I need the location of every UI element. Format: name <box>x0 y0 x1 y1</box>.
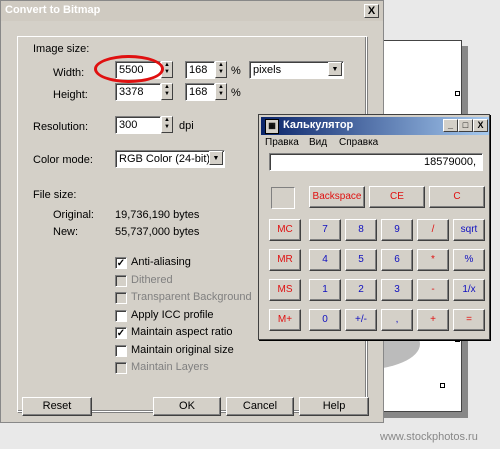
calculator-title: Калькулятор <box>283 119 354 131</box>
help-button[interactable]: Help <box>299 397 369 416</box>
dialog-title: Convert to Bitmap <box>5 4 101 16</box>
image-size-label: Image size: <box>33 43 90 55</box>
key-1-4[interactable]: % <box>453 249 485 271</box>
new-size-label: New: <box>53 226 79 238</box>
option-label: Anti-aliasing <box>131 256 191 268</box>
key-1-2[interactable]: 6 <box>381 249 413 271</box>
menu-item-help[interactable]: Справка <box>339 137 378 148</box>
key-1-3[interactable]: * <box>417 249 449 271</box>
key-0-1[interactable]: 8 <box>345 219 377 241</box>
key-3-0[interactable]: 0 <box>309 309 341 331</box>
calculator-titlebar[interactable]: ▦ Калькулятор _ □ X <box>261 117 489 135</box>
option-checkbox[interactable]: ✓ <box>115 257 127 269</box>
maximize-button[interactable]: □ <box>458 119 473 132</box>
watermark: www.stockphotos.ru <box>380 431 478 443</box>
close-button[interactable]: X <box>364 4 379 18</box>
option-label: Transparent Background <box>131 291 252 303</box>
option-label: Maintain original size <box>131 343 234 356</box>
original-size-label: Original: <box>53 209 94 221</box>
selection-handle[interactable] <box>440 383 445 388</box>
height-input[interactable]: 3378 <box>115 83 161 101</box>
file-size-label: File size: <box>33 189 77 201</box>
calculator-window: ▦ Калькулятор _ □ X Правка Вид Справка 1… <box>258 114 490 340</box>
reset-button[interactable]: Reset <box>22 397 92 416</box>
option-label: Dithered <box>131 273 173 286</box>
menu-item-view[interactable]: Вид <box>309 137 327 148</box>
percent-sign: % <box>231 65 241 77</box>
width-label: Width: <box>53 67 85 79</box>
highlight-circle <box>94 55 164 83</box>
option-label: Apply ICC profile <box>131 308 214 321</box>
close-button[interactable]: X <box>473 119 488 132</box>
dialog-titlebar[interactable]: Convert to Bitmap X <box>1 1 383 21</box>
key-2-3[interactable]: - <box>417 279 449 301</box>
option-checkbox[interactable] <box>115 309 127 322</box>
key-0-4[interactable]: sqrt <box>453 219 485 241</box>
height-spinner[interactable]: ▲ ▼ <box>161 83 173 100</box>
key-2-4[interactable]: 1/x <box>453 279 485 301</box>
option-label: Maintain aspect ratio <box>131 326 233 338</box>
option-checkbox[interactable]: ✓ <box>115 327 127 339</box>
new-size-value: 55,737,000 bytes <box>115 226 200 238</box>
minimize-button[interactable]: _ <box>443 119 458 132</box>
key-mplus[interactable]: M+ <box>269 309 301 331</box>
key-ce[interactable]: CE <box>369 186 425 208</box>
resolution-input[interactable]: 300 <box>115 116 161 134</box>
key-ms[interactable]: MS <box>269 279 301 301</box>
key-0-0[interactable]: 7 <box>309 219 341 241</box>
key-2-2[interactable]: 3 <box>381 279 413 301</box>
height-percent-input[interactable]: 168 <box>185 83 215 101</box>
color-mode-label: Color mode: <box>33 154 93 166</box>
option-checkbox <box>115 292 127 304</box>
calculator-icon: ▦ <box>265 119 279 134</box>
key-backspace[interactable]: Backspace <box>309 186 365 208</box>
width-percent-spinner[interactable]: ▲ ▼ <box>215 61 227 78</box>
option-checkbox <box>115 362 127 374</box>
chevron-down-icon[interactable]: ▼ <box>209 151 223 165</box>
key-3-2[interactable]: , <box>381 309 413 331</box>
original-size-value: 19,736,190 bytes <box>115 209 200 221</box>
ok-button[interactable]: OK <box>153 397 221 416</box>
menu-item-edit[interactable]: Правка <box>265 137 299 148</box>
key-mr[interactable]: MR <box>269 249 301 271</box>
key-2-1[interactable]: 2 <box>345 279 377 301</box>
option-checkbox <box>115 274 127 287</box>
option-label: Maintain Layers <box>131 361 209 373</box>
key-3-1[interactable]: +/- <box>345 309 377 331</box>
percent-sign: % <box>231 87 241 99</box>
key-2-0[interactable]: 1 <box>309 279 341 301</box>
resolution-unit: dpi <box>179 120 194 132</box>
chevron-down-icon[interactable]: ▼ <box>328 62 342 76</box>
cancel-button[interactable]: Cancel <box>226 397 294 416</box>
key-0-2[interactable]: 9 <box>381 219 413 241</box>
key-1-0[interactable]: 4 <box>309 249 341 271</box>
calculator-display: 18579000, <box>269 153 483 171</box>
key-3-4[interactable]: = <box>453 309 485 331</box>
key-3-3[interactable]: + <box>417 309 449 331</box>
key-0-3[interactable]: / <box>417 219 449 241</box>
page-shadow <box>378 412 468 418</box>
resolution-spinner[interactable]: ▲ ▼ <box>161 116 173 133</box>
key-c[interactable]: C <box>429 186 485 208</box>
option-checkbox[interactable] <box>115 344 127 357</box>
resolution-label: Resolution: <box>33 121 89 133</box>
width-percent-input[interactable]: 168 <box>185 61 215 79</box>
memory-indicator <box>271 187 295 209</box>
key-mc[interactable]: MC <box>269 219 301 241</box>
height-percent-spinner[interactable]: ▲ ▼ <box>215 83 227 100</box>
key-1-1[interactable]: 5 <box>345 249 377 271</box>
selection-handle[interactable] <box>455 91 460 96</box>
height-label: Height: <box>53 89 88 101</box>
